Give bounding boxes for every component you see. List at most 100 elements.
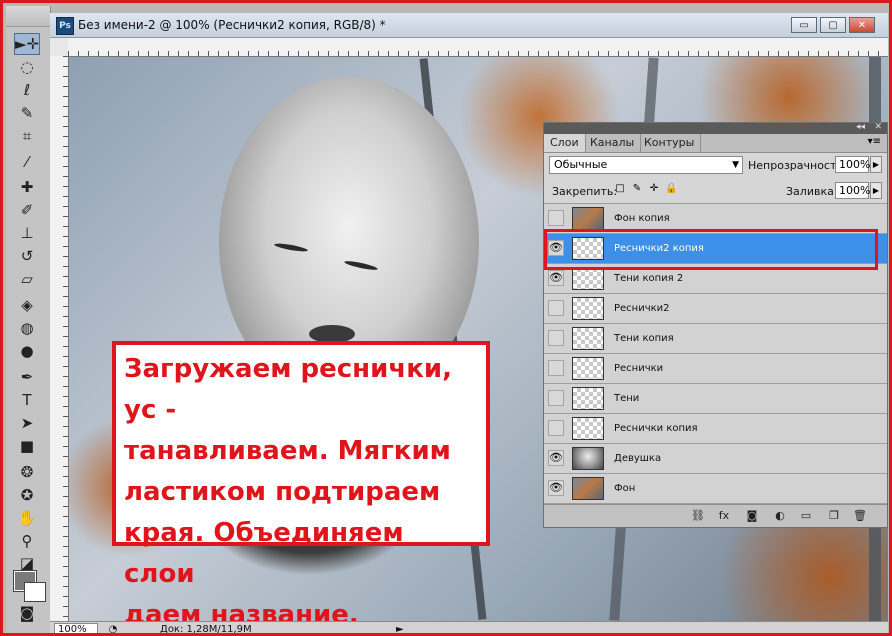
lock-position-icon[interactable]: ✛ [648, 183, 660, 195]
layer-thumbnail[interactable] [572, 207, 604, 230]
path-select-tool-icon[interactable]: ➤ [14, 412, 40, 434]
layer-name[interactable]: Фон [614, 474, 635, 504]
shape-tool-icon[interactable]: ■ [14, 435, 40, 457]
3d-orbit-tool-icon[interactable]: ✪ [14, 484, 40, 506]
delete-layer-icon[interactable]: 🗑 [852, 508, 868, 523]
eye-icon[interactable]: 👁 [548, 450, 564, 466]
tab-paths[interactable]: Контуры [638, 134, 702, 152]
layer-thumbnail[interactable] [572, 327, 604, 350]
layer-row[interactable]: 👁 Фон [544, 474, 887, 504]
dodge-tool-icon[interactable]: ● [14, 340, 40, 362]
restore-button[interactable]: ▢ [820, 17, 846, 33]
chevron-down-icon: ▼ [732, 160, 739, 170]
panel-menu-icon[interactable]: ▾≡ [868, 136, 881, 147]
layer-name[interactable]: Тени копия 2 [614, 264, 683, 294]
adjustment-layer-icon[interactable]: ◐ [772, 508, 788, 523]
quick-select-tool-icon[interactable]: ✎ [14, 102, 40, 124]
tab-layers[interactable]: Слои [544, 134, 586, 152]
layer-name[interactable]: Фон копия [614, 204, 670, 234]
layer-name[interactable]: Реснички копия [614, 414, 698, 444]
status-info-icon[interactable]: ◔ [106, 623, 120, 633]
lasso-tool-icon[interactable]: ℓ [14, 79, 40, 101]
layer-thumbnail[interactable] [572, 267, 604, 290]
opacity-arrow-icon[interactable]: ▶ [870, 156, 882, 173]
crop-tool-icon[interactable]: ⌗ [14, 125, 40, 147]
zoom-level-field[interactable]: 100% [54, 623, 98, 633]
layer-thumbnail[interactable] [572, 297, 604, 320]
status-menu-arrow[interactable]: ► [396, 623, 404, 633]
layer-row[interactable]: Тени [544, 384, 887, 414]
move-tool-icon[interactable]: ►✛ [14, 33, 40, 55]
blur-tool-icon[interactable]: ◍ [14, 317, 40, 339]
layer-row[interactable]: Реснички [544, 354, 887, 384]
type-tool-icon[interactable]: T [14, 389, 40, 411]
new-group-icon[interactable]: ▭ [798, 508, 814, 523]
blend-mode-select[interactable]: Обычные ▼ [549, 156, 743, 174]
pen-tool-icon[interactable]: ✒ [14, 366, 40, 388]
layer-row[interactable]: 👁 Тени копия 2 [544, 264, 887, 294]
link-layers-icon[interactable]: ⛓ [690, 508, 706, 523]
layer-row[interactable]: Реснички копия [544, 414, 887, 444]
collapse-panel-icon[interactable]: ◂◂ [856, 122, 865, 132]
close-button[interactable]: ✕ [849, 17, 875, 33]
brush-tool-icon[interactable]: ✐ [14, 199, 40, 221]
eyedropper-tool-icon[interactable]: ⁄ [14, 151, 40, 173]
document-titlebar[interactable]: Ps Без имени-2 @ 100% (Реснички2 копия, … [50, 13, 888, 38]
new-layer-icon[interactable]: ❐ [826, 508, 842, 523]
history-brush-tool-icon[interactable]: ↺ [14, 245, 40, 267]
ruler-origin[interactable] [50, 38, 69, 57]
layer-name[interactable]: Реснички2 [614, 294, 670, 324]
visibility-toggle[interactable] [548, 360, 564, 376]
layer-thumbnail[interactable] [572, 417, 604, 440]
eye-icon[interactable]: 👁 [548, 480, 564, 496]
layer-row[interactable]: 👁 Реснички2 копия [544, 234, 887, 264]
fill-field[interactable]: 100% [835, 182, 870, 199]
layer-name[interactable]: Реснички2 копия [614, 234, 704, 264]
lock-pixels-icon[interactable]: ✎ [631, 183, 643, 195]
eye-icon[interactable]: 👁 [548, 240, 564, 256]
layer-row[interactable]: Тени копия [544, 324, 887, 354]
visibility-toggle[interactable] [548, 300, 564, 316]
visibility-toggle[interactable] [548, 210, 564, 226]
visibility-toggle[interactable] [548, 330, 564, 346]
lock-transparency-icon[interactable]: □ [614, 183, 626, 195]
layer-name[interactable]: Тени копия [614, 324, 674, 354]
layer-thumbnail[interactable] [572, 477, 604, 500]
fill-arrow-icon[interactable]: ▶ [870, 182, 882, 199]
clone-stamp-tool-icon[interactable]: ⊥ [14, 222, 40, 244]
paint-bucket-tool-icon[interactable]: ◈ [14, 294, 40, 316]
healing-brush-tool-icon[interactable]: ✚ [14, 176, 40, 198]
layers-list: Фон копия 👁 Реснички2 копия 👁 Тени копия 2 Ре… [544, 204, 887, 504]
minimize-button[interactable]: ▭ [791, 17, 817, 33]
zoom-tool-icon[interactable]: ⚲ [14, 530, 40, 552]
vertical-ruler[interactable] [50, 56, 69, 621]
horizontal-ruler[interactable] [68, 38, 888, 57]
layer-style-icon[interactable]: fx [716, 508, 732, 523]
close-panel-icon[interactable]: ✕ [874, 122, 882, 132]
marquee-tool-icon[interactable]: ◌ [14, 56, 40, 78]
add-mask-icon[interactable]: ◙ [744, 508, 760, 523]
layer-name[interactable]: Тени [614, 384, 639, 414]
layer-row[interactable]: Реснички2 [544, 294, 887, 324]
quick-mask-icon[interactable]: ◙ [14, 602, 40, 624]
lock-all-icon[interactable]: 🔒 [665, 183, 677, 195]
panel-header[interactable]: ◂◂ ✕ [544, 122, 887, 134]
layer-thumbnail[interactable] [572, 387, 604, 410]
layer-row[interactable]: Фон копия [544, 204, 887, 234]
layer-thumbnail[interactable] [572, 447, 604, 470]
tools-panel-grip[interactable] [6, 6, 50, 27]
layer-thumbnail[interactable] [572, 237, 604, 260]
eye-icon[interactable]: 👁 [548, 270, 564, 286]
opacity-field[interactable]: 100% [835, 156, 870, 173]
eraser-tool-icon[interactable]: ▱ [14, 268, 40, 290]
3d-rotate-tool-icon[interactable]: ❂ [14, 461, 40, 483]
hand-tool-icon[interactable]: ✋ [14, 507, 40, 529]
visibility-toggle[interactable] [548, 390, 564, 406]
background-color-swatch[interactable] [24, 582, 46, 602]
layer-name[interactable]: Реснички [614, 354, 663, 384]
tab-channels[interactable]: Каналы [584, 134, 642, 152]
layer-thumbnail[interactable] [572, 357, 604, 380]
layer-name[interactable]: Девушка [614, 444, 661, 474]
layer-row[interactable]: 👁 Девушка [544, 444, 887, 474]
visibility-toggle[interactable] [548, 420, 564, 436]
